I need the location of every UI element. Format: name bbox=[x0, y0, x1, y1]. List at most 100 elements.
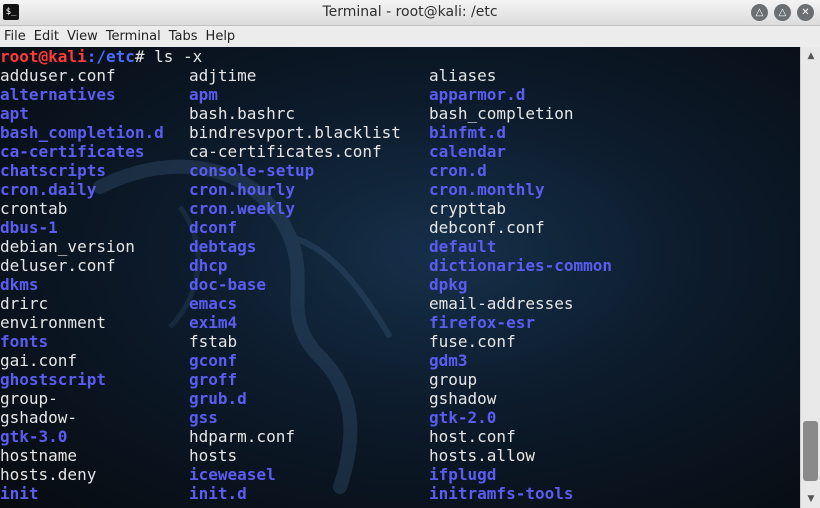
menu-terminal[interactable]: Terminal bbox=[102, 29, 165, 44]
scroll-down-icon[interactable]: ▼ bbox=[801, 490, 820, 508]
prompt-symbol: # bbox=[134, 47, 145, 66]
directory-entry: apparmor.d bbox=[429, 85, 526, 104]
file-entry: aliases bbox=[429, 66, 497, 85]
listing-row: deluser.conf dhcp dictionaries-common bbox=[0, 256, 800, 275]
file-entry: email-addresses bbox=[429, 294, 574, 313]
listing-row: debian_version debtags default bbox=[0, 237, 800, 256]
listing-row: apt bash.bashrc bash_completion bbox=[0, 104, 800, 123]
directory-entry: iceweasel bbox=[189, 465, 276, 484]
file-entry: drirc bbox=[0, 294, 49, 313]
directory-entry: exim4 bbox=[189, 313, 238, 332]
file-entry: hosts bbox=[189, 446, 238, 465]
vertical-scrollbar[interactable]: ▲ ▼ bbox=[800, 47, 820, 508]
directory-entry: init bbox=[0, 484, 39, 503]
file-entry: gai.conf bbox=[0, 351, 78, 370]
file-entry: crypttab bbox=[429, 199, 507, 218]
listing-row: hosts.deny iceweasel ifplugd bbox=[0, 465, 800, 484]
file-entry: bindresvport.blacklist bbox=[189, 123, 401, 142]
file-entry: gshadow bbox=[429, 389, 497, 408]
file-entry: group bbox=[429, 370, 478, 389]
listing-row: gai.conf gconf gdm3 bbox=[0, 351, 800, 370]
directory-entry: default bbox=[429, 237, 497, 256]
listing-row: fonts fstab fuse.conf bbox=[0, 332, 800, 351]
window-controls: △ △ ✕ bbox=[751, 4, 814, 21]
listing-row: gshadow-gss gtk-2.0 bbox=[0, 408, 800, 427]
listing-row: hostname hosts hosts.allow bbox=[0, 446, 800, 465]
scroll-track[interactable] bbox=[803, 65, 819, 490]
directory-entry: dconf bbox=[189, 218, 238, 237]
directory-entry: cron.hourly bbox=[189, 180, 295, 199]
menu-edit[interactable]: Edit bbox=[30, 29, 63, 44]
file-entry: host.conf bbox=[429, 427, 516, 446]
file-entry: bash.bashrc bbox=[189, 104, 295, 123]
listing-row: ca-certificates ca-certificates.conf calen… bbox=[0, 142, 800, 161]
window-title: Terminal - root@kali: /etc bbox=[322, 4, 498, 20]
directory-entry: console-setup bbox=[189, 161, 315, 180]
directory-entry: dkms bbox=[0, 275, 39, 294]
listing-row: gtk-3.0 hdparm.conf host.conf bbox=[0, 427, 800, 446]
listing-row: adduser.conf adjtime aliases bbox=[0, 66, 800, 85]
prompt-command: ls -x bbox=[144, 47, 203, 66]
file-entry: environment bbox=[0, 313, 106, 332]
directory-entry: alternatives bbox=[0, 85, 116, 104]
directory-entry: cron.monthly bbox=[429, 180, 545, 199]
directory-entry: init.d bbox=[189, 484, 247, 503]
title-bar[interactable]: $_ Terminal - root@kali: /etc △ △ ✕ bbox=[0, 0, 820, 26]
directory-entry: firefox-esr bbox=[429, 313, 535, 332]
directory-entry: dpkg bbox=[429, 275, 468, 294]
directory-entry: gtk-3.0 bbox=[0, 427, 68, 446]
directory-entry: bash_completion.d bbox=[0, 123, 164, 142]
file-entry: hostname bbox=[0, 446, 78, 465]
file-entry: bash_completion bbox=[429, 104, 574, 123]
directory-entry: dictionaries-common bbox=[429, 256, 613, 275]
directory-entry: gdm3 bbox=[429, 351, 468, 370]
directory-entry: ifplugd bbox=[429, 465, 497, 484]
listing-row: drirc emacs email-addresses bbox=[0, 294, 800, 313]
directory-entry: initramfs-tools bbox=[429, 484, 574, 503]
file-entry: hosts.deny bbox=[0, 465, 97, 484]
directory-entry: doc-base bbox=[189, 275, 267, 294]
menu-tabs[interactable]: Tabs bbox=[165, 29, 202, 44]
directory-entry: debtags bbox=[189, 237, 257, 256]
menu-view[interactable]: View bbox=[63, 29, 102, 44]
terminal-output[interactable]: root@kali:/etc# ls -x adduser.conf adjtim… bbox=[0, 47, 800, 508]
close-icon[interactable]: ✕ bbox=[797, 4, 814, 21]
prompt-user-host: root@kali bbox=[0, 47, 87, 66]
listing-row: dbus-1 dconf debconf.conf bbox=[0, 218, 800, 237]
directory-entry: ca-certificates bbox=[0, 142, 145, 161]
directory-entry: apt bbox=[0, 104, 29, 123]
directory-entry: cron.d bbox=[429, 161, 487, 180]
directory-entry: dbus-1 bbox=[0, 218, 58, 237]
menu-help[interactable]: Help bbox=[202, 29, 240, 44]
listing-row: init init.d initramfs-tools bbox=[0, 484, 800, 503]
directory-entry: groff bbox=[189, 370, 238, 389]
maximize-icon[interactable]: △ bbox=[774, 4, 791, 21]
listing-row: dkms doc-base dpkg bbox=[0, 275, 800, 294]
listing-row: crontab cron.weekly crypttab bbox=[0, 199, 800, 218]
file-entry: hdparm.conf bbox=[189, 427, 295, 446]
prompt-path: :/etc bbox=[86, 47, 135, 66]
prompt-line: root@kali:/etc# ls -x bbox=[0, 47, 800, 66]
listing-row: group-grub.d gshadow bbox=[0, 389, 800, 408]
directory-entry: chatscripts bbox=[0, 161, 106, 180]
file-entry: crontab bbox=[0, 199, 68, 218]
file-entry: debian_version bbox=[0, 237, 135, 256]
file-entry: fstab bbox=[189, 332, 238, 351]
file-entry: adduser.conf bbox=[0, 66, 116, 85]
minimize-icon[interactable]: △ bbox=[751, 4, 768, 21]
directory-entry: gtk-2.0 bbox=[429, 408, 497, 427]
listing-row: ghostscript groff group bbox=[0, 370, 800, 389]
directory-entry: gss bbox=[189, 408, 218, 427]
file-entry: gshadow- bbox=[0, 408, 78, 427]
listing-row: cron.daily cron.hourly cron.monthly bbox=[0, 180, 800, 199]
directory-entry: cron.daily bbox=[0, 180, 97, 199]
menu-file[interactable]: File bbox=[0, 29, 30, 44]
scroll-up-icon[interactable]: ▲ bbox=[801, 47, 820, 65]
directory-entry: calendar bbox=[429, 142, 507, 161]
listing-row: alternatives apm apparmor.d bbox=[0, 85, 800, 104]
scroll-thumb[interactable] bbox=[803, 421, 818, 481]
listing-row: environment exim4 firefox-esr bbox=[0, 313, 800, 332]
listing-row: chatscripts console-setup cron.d bbox=[0, 161, 800, 180]
listing-row: bash_completion.d bindresvport.blacklist b… bbox=[0, 123, 800, 142]
directory-entry: fonts bbox=[0, 332, 49, 351]
